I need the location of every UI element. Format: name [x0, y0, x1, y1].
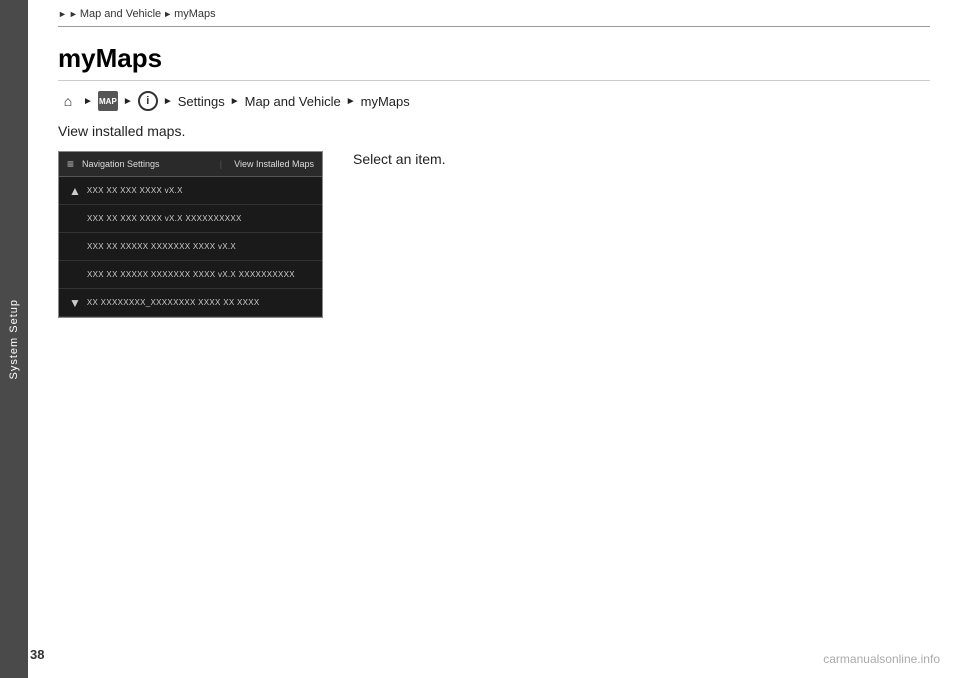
breadcrumb-arrow-2: ►	[69, 9, 78, 19]
down-arrow-icon: ▼	[69, 296, 81, 310]
nav-path: ⌂ ► MAP ► i ► Settings ► Map and Vehicle…	[58, 91, 930, 111]
screen-header: ≡ Navigation Settings | View Installed M…	[59, 152, 322, 177]
page-number: 38	[30, 647, 44, 662]
screen-header-view-maps: View Installed Maps	[234, 159, 314, 169]
screen-row-text-5: XX XXXXXXXX_XXXXXXXX XXXX XX XXXX	[87, 298, 260, 307]
breadcrumb-item-2: myMaps	[174, 8, 216, 20]
home-icon: ⌂	[58, 91, 78, 111]
screen-row-text-3: XXX XX XXXXX XXXXXXX XXXX vX.X	[69, 242, 236, 251]
nav-arrow-1: ►	[83, 96, 93, 107]
nav-arrow-5: ►	[346, 96, 356, 107]
screen-mockup: ≡ Navigation Settings | View Installed M…	[58, 151, 323, 318]
upload-icon: ▲	[69, 184, 81, 198]
breadcrumb: ► ► Map and Vehicle ► myMaps	[58, 0, 930, 27]
screen-row-2: XXX XX XXX XXXX vX.X XXXXXXXXXX	[59, 205, 322, 233]
screen-header-divider: |	[220, 159, 222, 169]
select-instruction: Select an item.	[353, 151, 446, 169]
screen-row-1: ▲ XXX XX XXX XXXX vX.X	[59, 177, 322, 205]
screen-row-4: XXX XX XXXXX XXXXXXX XXXX vX.X XXXXXXXXX…	[59, 261, 322, 289]
screen-row-text-1: XXX XX XXX XXXX vX.X	[87, 186, 183, 195]
breadcrumb-arrow-3: ►	[163, 9, 172, 19]
nav-arrow-4: ►	[230, 96, 240, 107]
map-icon: MAP	[98, 91, 118, 111]
sidebar-label: System Setup	[8, 299, 20, 379]
nav-item-2: Map and Vehicle	[245, 94, 341, 109]
screen-row-text-2: XXX XX XXX XXXX vX.X XXXXXXXXXX	[69, 214, 242, 223]
breadcrumb-item-1: Map and Vehicle	[80, 8, 161, 20]
nav-arrow-2: ►	[123, 96, 133, 107]
breadcrumb-arrow-1: ►	[58, 9, 67, 19]
nav-item-1: Settings	[178, 94, 225, 109]
screen-row-5: ▼ XX XXXXXXXX_XXXXXXXX XXXX XX XXXX	[59, 289, 322, 317]
nav-arrow-3: ►	[163, 96, 173, 107]
description-text: View installed maps.	[58, 123, 930, 139]
screen-row-3: XXX XX XXXXX XXXXXXX XXXX vX.X	[59, 233, 322, 261]
watermark: carmanualsonline.info	[823, 652, 940, 666]
screen-header-nav-settings: Navigation Settings	[82, 159, 208, 169]
main-content: ► ► Map and Vehicle ► myMaps myMaps ⌂ ► …	[28, 0, 960, 678]
screen-row-text-4: XXX XX XXXXX XXXXXXX XXXX vX.X XXXXXXXXX…	[69, 270, 295, 279]
nav-item-3: myMaps	[361, 94, 410, 109]
menu-icon: ≡	[67, 157, 74, 171]
screen-container: ≡ Navigation Settings | View Installed M…	[58, 151, 930, 318]
page-title: myMaps	[58, 43, 930, 81]
sidebar: System Setup	[0, 0, 28, 678]
info-icon: i	[138, 91, 158, 111]
select-instruction-text: Select an item.	[353, 147, 446, 167]
